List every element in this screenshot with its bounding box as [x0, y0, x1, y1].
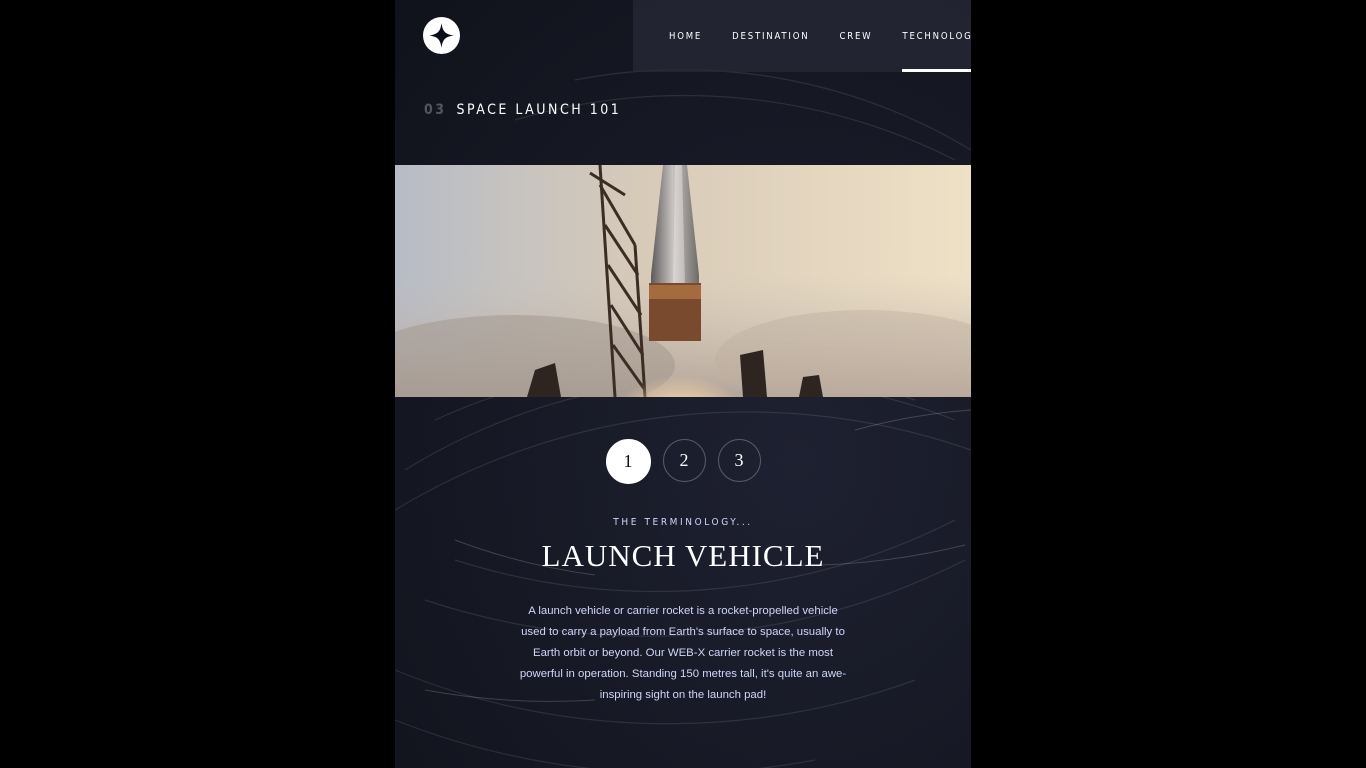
terminology-label: THE TERMINOLOGY...: [613, 517, 753, 528]
nav-item-technology[interactable]: TECHNOLOGY: [902, 0, 971, 72]
nav-item-destination[interactable]: DESTINATION: [732, 0, 809, 72]
section-title: SPACE LAUNCH 101: [456, 102, 622, 118]
nav-item-home[interactable]: HOME: [669, 0, 702, 72]
star-logo-icon[interactable]: [423, 17, 460, 54]
section-heading: 03 SPACE LAUNCH 101: [424, 102, 621, 118]
tech-title: LAUNCH VEHICLE: [541, 538, 825, 573]
nav-item-crew[interactable]: CREW: [839, 0, 872, 72]
main-navigation: HOME DESTINATION CREW TECHNOLOGY: [633, 0, 971, 72]
site-header: HOME DESTINATION CREW TECHNOLOGY: [395, 0, 971, 72]
tech-description: A launch vehicle or carrier rocket is a …: [519, 605, 847, 702]
page-frame: HOME DESTINATION CREW TECHNOLOGY 03 SPACE…: [395, 0, 971, 768]
slide-pager: 1 2 3: [395, 439, 971, 484]
section-number: 03: [424, 102, 447, 118]
slide-button-2[interactable]: 2: [662, 439, 706, 482]
slide-button-1[interactable]: 1: [605, 439, 651, 484]
slide-button-3[interactable]: 3: [717, 439, 761, 482]
rocket-launch-image: [395, 165, 971, 397]
